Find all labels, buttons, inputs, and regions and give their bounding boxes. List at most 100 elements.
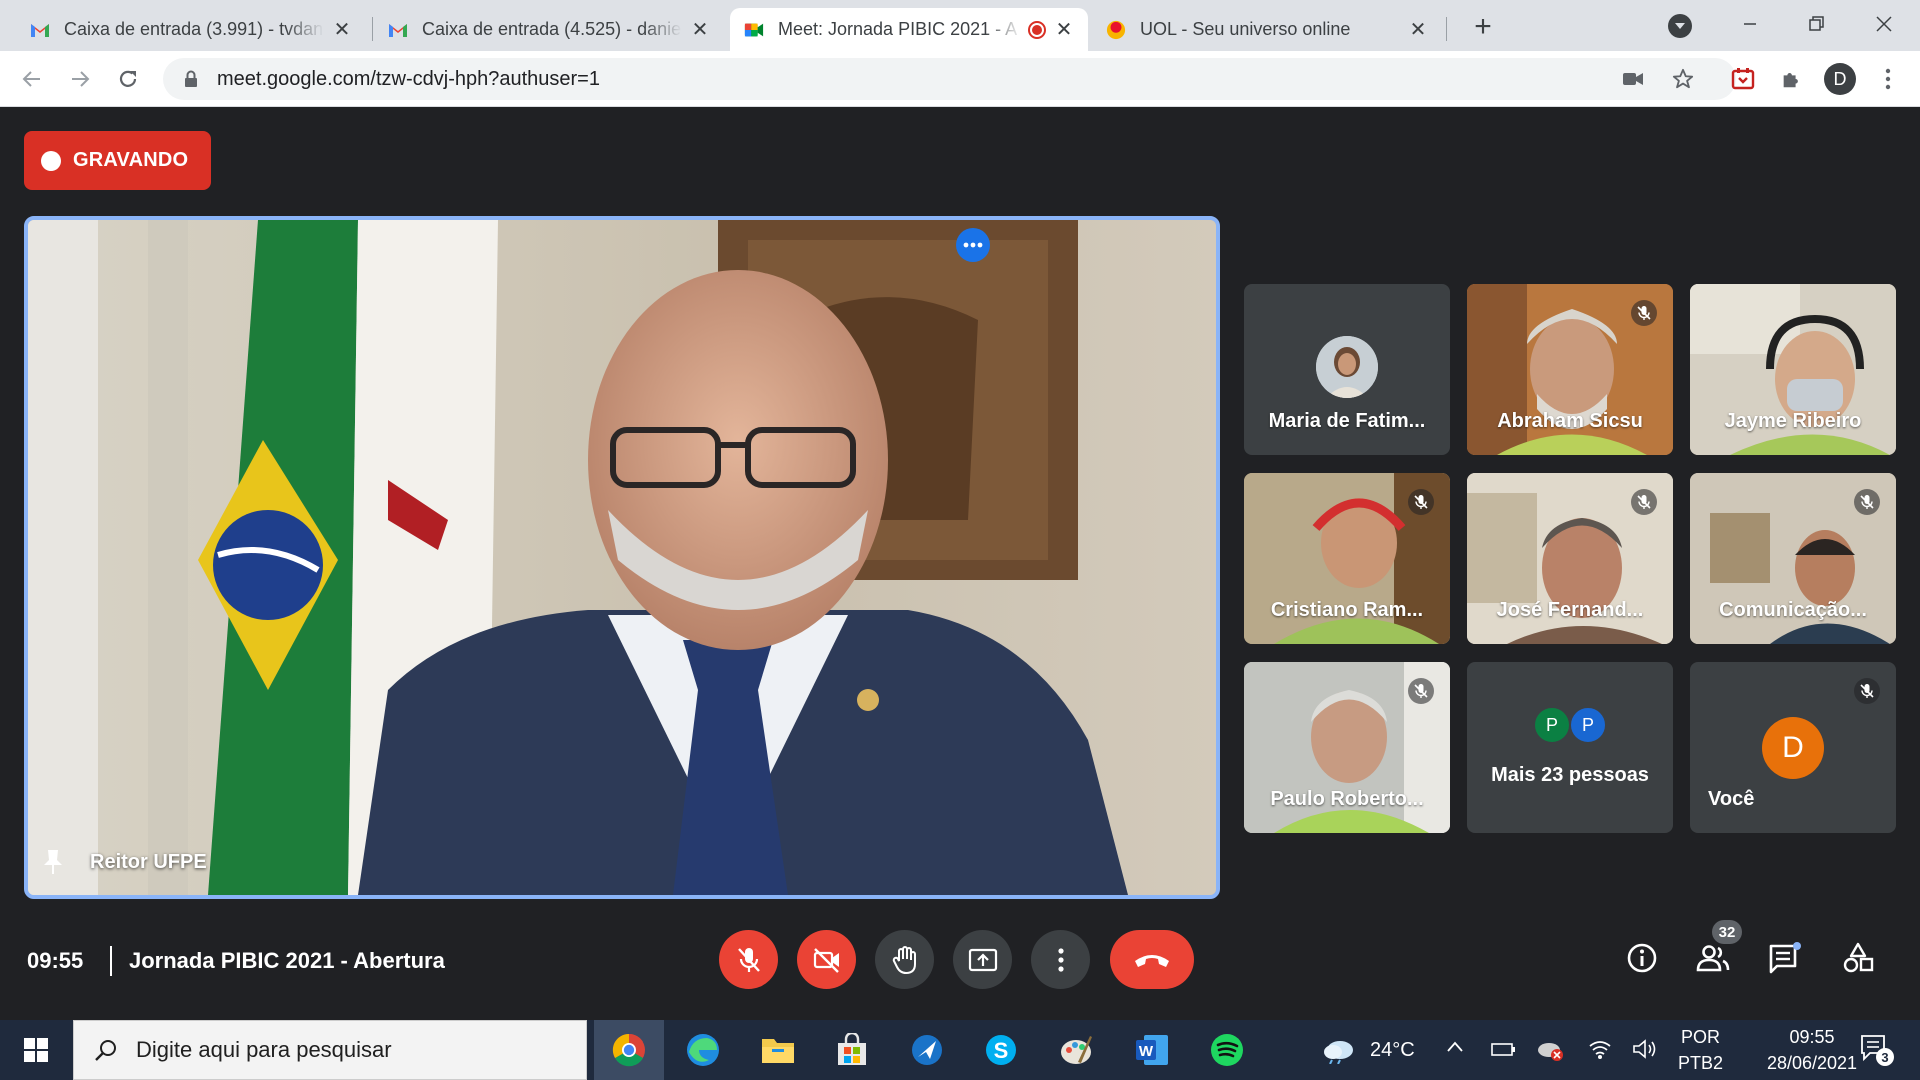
language-bottom[interactable]: PTB2 <box>1678 1053 1723 1074</box>
mic-off-icon <box>1631 300 1657 326</box>
meeting-clock: 09:55 <box>27 948 84 973</box>
wifi-icon[interactable] <box>1588 1038 1612 1065</box>
participant-name: Cristiano Ram... <box>1270 599 1424 621</box>
taskbar-time[interactable]: 09:55 <box>1752 1027 1872 1048</box>
close-tab-icon[interactable]: ✕ <box>1408 20 1428 40</box>
back-button[interactable] <box>14 61 50 97</box>
svg-text:W: W <box>1139 1043 1154 1060</box>
tab-title: Caixa de entrada (4.525) - daniel. <box>422 19 682 39</box>
camera-toggle-button[interactable] <box>797 930 856 989</box>
self-tile[interactable]: D Você <box>1690 662 1896 833</box>
more-participants-tile[interactable]: P P Mais 23 pessoas <box>1467 662 1673 833</box>
profile-avatar[interactable]: D <box>1824 63 1856 95</box>
tab-uol[interactable]: UOL - Seu universo online ✕ <box>1092 8 1442 51</box>
notifications-button[interactable]: 3 <box>1860 1034 1894 1067</box>
participant-name: Jayme Ribeiro <box>1724 410 1862 432</box>
taskbar-search-box[interactable]: Digite aqui para pesquisar <box>73 1020 587 1080</box>
participant-tile[interactable]: Maria de Fatim... <box>1244 284 1450 455</box>
hand-icon <box>892 945 916 974</box>
more-options-button[interactable] <box>956 228 990 262</box>
browser-tab-strip: Caixa de entrada (3.991) - tvdaniel ✕ Ca… <box>0 0 1920 51</box>
participant-tile[interactable]: Comunicação... <box>1690 473 1896 644</box>
avatar: P <box>1569 706 1607 744</box>
bookmark-star-icon[interactable] <box>1667 63 1699 95</box>
start-button[interactable] <box>0 1020 72 1080</box>
spotify-taskbar-app[interactable] <box>1192 1020 1262 1080</box>
minimize-button[interactable] <box>1736 10 1764 38</box>
store-taskbar-app[interactable] <box>817 1020 887 1080</box>
avatar: D <box>1762 717 1824 779</box>
kebab-menu-icon[interactable] <box>1872 63 1904 95</box>
participant-tile[interactable]: José Fernand... <box>1467 473 1673 644</box>
meeting-details-button[interactable] <box>1622 938 1662 978</box>
participant-name: Você <box>1708 788 1755 810</box>
tab-gmail-1[interactable]: Caixa de entrada (3.991) - tvdaniel ✕ <box>16 8 366 51</box>
meeting-title: Jornada PIBIC 2021 - Abertura <box>129 948 445 973</box>
taskbar-date[interactable]: 28/06/2021 <box>1752 1053 1872 1074</box>
participants-button[interactable] <box>1693 938 1733 978</box>
chrome-taskbar-app[interactable] <box>594 1020 664 1080</box>
browser-toolbar: meet.google.com/tzw-cdvj-hph?authuser=1 … <box>0 51 1920 107</box>
more-options-button[interactable] <box>1031 930 1090 989</box>
mic-off-icon <box>737 947 760 972</box>
file-explorer-taskbar-app[interactable] <box>743 1020 813 1080</box>
new-tab-button[interactable]: + <box>1466 10 1500 44</box>
extension-recorder-icon[interactable] <box>1727 63 1759 95</box>
participant-tile[interactable]: Jayme Ribeiro <box>1690 284 1896 455</box>
info-icon <box>1627 943 1657 973</box>
volume-icon[interactable] <box>1632 1038 1658 1065</box>
language-top[interactable]: POR <box>1681 1027 1720 1048</box>
extensions-puzzle-icon[interactable] <box>1775 63 1807 95</box>
pin-icon <box>44 850 62 874</box>
skype-taskbar-app[interactable]: S <box>966 1020 1036 1080</box>
forward-button[interactable] <box>62 61 98 97</box>
tab-title: Caixa de entrada (3.991) - tvdaniel <box>64 19 324 39</box>
search-icon <box>95 1040 116 1061</box>
camera-permission-icon[interactable] <box>1617 63 1649 95</box>
microphone-toggle-button[interactable] <box>719 930 778 989</box>
speaker-name: Reitor UFPE <box>90 850 207 873</box>
chat-button[interactable] <box>1765 938 1805 978</box>
avatar <box>1316 336 1378 398</box>
close-window-button[interactable] <box>1870 10 1898 38</box>
onedrive-error-icon[interactable] <box>1536 1038 1564 1067</box>
close-tab-icon[interactable]: ✕ <box>690 20 710 40</box>
tab-divider <box>372 17 373 41</box>
weather-temperature[interactable]: 24°C <box>1370 1039 1415 1062</box>
paint-taskbar-app[interactable] <box>1041 1020 1111 1080</box>
present-screen-button[interactable] <box>953 930 1012 989</box>
word-taskbar-app[interactable]: W <box>1117 1020 1187 1080</box>
tab-search-button[interactable] <box>1668 14 1692 38</box>
reload-button[interactable] <box>110 61 146 97</box>
participant-name: Comunicação... <box>1719 599 1867 621</box>
chevron-up-icon[interactable] <box>1446 1040 1464 1059</box>
tab-meet[interactable]: Meet: Jornada PIBIC 2021 - A ✕ <box>730 8 1088 51</box>
close-tab-icon[interactable]: ✕ <box>1054 20 1074 40</box>
uol-icon <box>1106 20 1126 40</box>
lock-icon <box>185 70 197 87</box>
mic-off-icon <box>1408 678 1434 704</box>
camera-off-icon <box>813 947 839 973</box>
leave-call-button[interactable] <box>1110 930 1194 989</box>
recording-indicator-icon <box>1028 20 1046 39</box>
tab-gmail-2[interactable]: Caixa de entrada (4.525) - daniel. ✕ <box>374 8 724 51</box>
address-bar[interactable]: meet.google.com/tzw-cdvj-hph?authuser=1 <box>163 58 1736 100</box>
participant-tile[interactable]: Paulo Roberto... <box>1244 662 1450 833</box>
close-tab-icon[interactable]: ✕ <box>332 20 352 40</box>
paper-plane-app-icon <box>912 1035 942 1065</box>
main-speaker-video[interactable]: Reitor UFPE <box>24 216 1220 899</box>
edge-taskbar-app[interactable] <box>668 1020 738 1080</box>
participant-tile[interactable]: Abraham Sicsu <box>1467 284 1673 455</box>
weather-icon <box>1322 1036 1356 1069</box>
kebab-menu-icon <box>1057 947 1064 972</box>
mic-off-icon <box>1854 678 1880 704</box>
restore-button[interactable] <box>1802 10 1830 38</box>
battery-icon[interactable] <box>1490 1038 1516 1065</box>
participant-tile[interactable]: Cristiano Ram... <box>1244 473 1450 644</box>
speaker-label: Reitor UFPE <box>42 848 207 876</box>
record-dot-icon <box>41 150 61 171</box>
people-icon <box>1696 945 1730 972</box>
raise-hand-button[interactable] <box>875 930 934 989</box>
activities-button[interactable] <box>1838 938 1878 978</box>
app-taskbar-item[interactable] <box>892 1020 962 1080</box>
